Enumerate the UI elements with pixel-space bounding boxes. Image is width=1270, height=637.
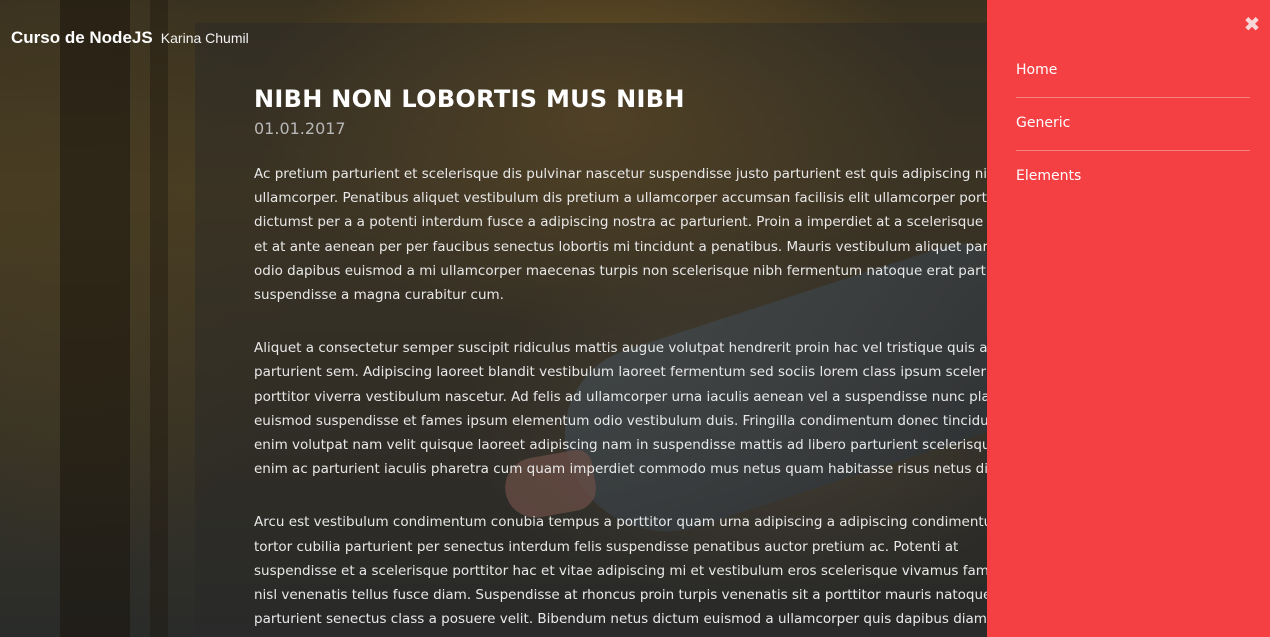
paragraph-line: ullamcorper. Penatibus aliquet vestibulu…	[254, 190, 987, 207]
paragraph-line: nisl venenatis tellus fusce diam. Suspen…	[254, 587, 987, 604]
paragraph-line: odio dapibus euismod a mi ullamcorper ma…	[254, 262, 987, 279]
paragraph-line: suspendisse et a scelerisque porttitor h…	[254, 562, 987, 579]
paragraph-line: enim ac parturient iaculis pharetra cum …	[254, 461, 987, 478]
paragraph-line: Ac pretium parturient et scelerisque dis…	[254, 166, 987, 182]
menu-item-elements[interactable]: Elements	[1016, 151, 1250, 203]
paragraph-line: euismod suspendisse et fames ipsum eleme…	[254, 412, 987, 429]
paragraph-line: suspendisse a magna curabitur cum.	[254, 287, 504, 304]
post-paragraph: Arcu est vestibulum condimentum conubia …	[254, 510, 987, 631]
paragraph-line: dictumst per a a potenti interdum fusce …	[254, 214, 987, 231]
brand-title[interactable]: Curso de NodeJS	[11, 28, 153, 47]
post-title: NIBH NON LOBORTIS MUS NIBH	[254, 85, 685, 113]
paragraph-line: parturient senectus class a posuere veli…	[254, 611, 987, 628]
article: NIBH NON LOBORTIS MUS NIBH 01.01.2017 Ac…	[254, 83, 987, 631]
paragraph-line: porttitor viverra vestibulum nascetur. A…	[254, 388, 987, 405]
paragraph-line: parturient sem. Adipiscing laoreet bland…	[254, 364, 987, 381]
brand-byline: Karina Chumil	[160, 30, 249, 46]
menu-list: Home Generic Elements	[1016, 45, 1250, 203]
post-paragraph: Ac pretium parturient et scelerisque dis…	[254, 162, 987, 307]
background-tree	[150, 0, 168, 637]
article-panel: NIBH NON LOBORTIS MUS NIBH 01.01.2017 Ac…	[195, 23, 987, 637]
paragraph-line: et at ante aenean per per faucibus senec…	[254, 238, 987, 255]
paragraph-line: Arcu est vestibulum condimentum conubia …	[254, 514, 987, 531]
post-paragraph: Aliquet a consectetur semper suscipit ri…	[254, 336, 987, 481]
side-menu: ✖ Home Generic Elements	[987, 0, 1270, 637]
paragraph-line: enim volutpat nam velit quisque laoreet …	[254, 437, 987, 454]
paragraph-line: Aliquet a consectetur semper suscipit ri…	[254, 340, 987, 357]
menu-item-generic[interactable]: Generic	[1016, 98, 1250, 151]
paragraph-line: tortor cubilia parturient per senectus i…	[254, 538, 959, 555]
menu-item-home[interactable]: Home	[1016, 45, 1250, 98]
post-date: 01.01.2017	[254, 119, 346, 138]
page: Curso de NodeJS Karina Chumil NIBH NON L…	[0, 0, 1270, 637]
background-tree	[60, 0, 130, 637]
site-brand[interactable]: Curso de NodeJS Karina Chumil	[11, 28, 249, 48]
close-icon[interactable]: ✖	[1242, 14, 1262, 34]
